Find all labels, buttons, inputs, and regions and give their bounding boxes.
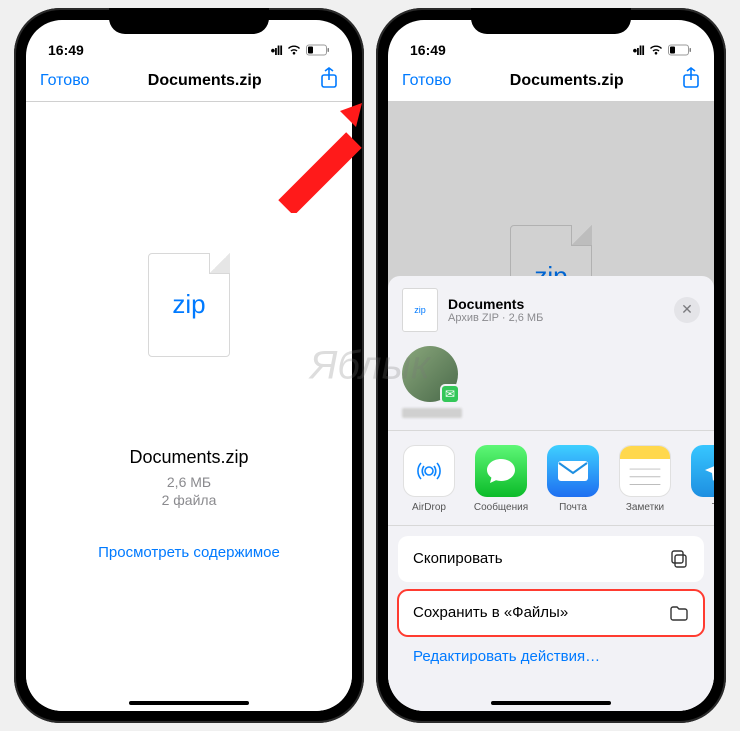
action-copy[interactable]: Скопировать [398, 536, 704, 582]
status-indicators [271, 42, 330, 58]
file-count: 2 файла [162, 492, 217, 508]
zip-label: zip [172, 289, 205, 320]
share-sheet-subtitle: Архив ZIP · 2,6 МБ [448, 312, 543, 324]
notch [109, 8, 269, 34]
nav-title: Documents.zip [510, 72, 624, 90]
file-name: Documents.zip [129, 447, 248, 468]
messages-badge-icon: ✉︎ [440, 384, 460, 404]
share-icon [320, 67, 338, 89]
done-button[interactable]: Готово [402, 72, 451, 90]
action-label: Скопировать [413, 550, 503, 567]
notes-icon [619, 445, 671, 497]
done-button[interactable]: Готово [40, 72, 89, 90]
screen-right: 16:49 Готово Documents.zip zip [388, 20, 714, 711]
battery-icon [668, 44, 692, 56]
share-sheet-thumbnail: zip [402, 288, 438, 332]
app-telegram[interactable]: Te [690, 445, 714, 513]
app-airdrop[interactable]: AirDrop [402, 445, 456, 513]
telegram-icon [691, 445, 714, 497]
thumb-label: zip [414, 305, 426, 315]
zip-file-icon: zip [148, 253, 230, 357]
contact-avatar[interactable]: ✉︎ [402, 346, 458, 402]
status-time: 16:49 [48, 42, 84, 58]
share-sheet-title: Documents [448, 296, 543, 312]
file-size: 2,6 МБ [167, 474, 211, 490]
app-messages[interactable]: Сообщения [474, 445, 528, 513]
close-button[interactable]: ✕ [674, 297, 700, 323]
share-apps-row: AirDrop Сообщения Почта [388, 431, 714, 526]
notch [471, 8, 631, 34]
wifi-icon [286, 44, 302, 56]
edit-actions-link[interactable]: Редактировать действия… [398, 644, 704, 669]
wifi-icon [648, 44, 664, 56]
view-contents-link[interactable]: Просмотреть содержимое [98, 544, 280, 561]
close-icon: ✕ [681, 301, 693, 318]
share-sheet-header: zip Documents Архив ZIP · 2,6 МБ ✕ [388, 276, 714, 342]
file-preview-area: zip Documents.zip 2,6 МБ 2 файла Просмот… [26, 102, 352, 711]
share-button[interactable] [682, 67, 700, 94]
battery-icon [306, 44, 330, 56]
mail-icon [547, 445, 599, 497]
share-button[interactable] [320, 67, 338, 94]
copy-icon [669, 549, 689, 569]
app-label: Te [712, 502, 714, 513]
folder-icon [669, 603, 689, 623]
status-time: 16:49 [410, 42, 446, 58]
nav-title: Documents.zip [148, 72, 262, 90]
action-save-to-files[interactable]: Сохранить в «Файлы» [398, 590, 704, 636]
phone-frame-left: 16:49 Готово Documents.zip zip Docum [14, 8, 364, 723]
status-indicators [633, 42, 692, 58]
action-label: Сохранить в «Файлы» [413, 604, 568, 621]
share-sheet: zip Documents Архив ZIP · 2,6 МБ ✕ ✉︎ [388, 276, 714, 711]
screen-left: 16:49 Готово Documents.zip zip Docum [26, 20, 352, 711]
app-label: Почта [559, 502, 587, 513]
cellular-signal-icon [271, 42, 282, 58]
app-label: Сообщения [474, 502, 528, 513]
cellular-signal-icon [633, 42, 644, 58]
home-indicator[interactable] [491, 701, 611, 705]
app-mail[interactable]: Почта [546, 445, 600, 513]
contact-name-blurred [402, 408, 462, 418]
app-label: AirDrop [412, 502, 446, 513]
share-sheet-titleblock: Documents Архив ZIP · 2,6 МБ [448, 296, 543, 324]
messages-icon [475, 445, 527, 497]
airdrop-icon [403, 445, 455, 497]
nav-bar: Готово Documents.zip [26, 60, 352, 102]
share-icon [682, 67, 700, 89]
app-notes[interactable]: Заметки [618, 445, 672, 513]
app-label: Заметки [626, 502, 664, 513]
share-contacts-row: ✉︎ [388, 342, 714, 431]
home-indicator[interactable] [129, 701, 249, 705]
share-actions-list: Скопировать Сохранить в «Файлы» Редактир… [388, 526, 714, 675]
nav-bar: Готово Documents.zip [388, 60, 714, 102]
phone-frame-right: 16:49 Готово Documents.zip zip [376, 8, 726, 723]
